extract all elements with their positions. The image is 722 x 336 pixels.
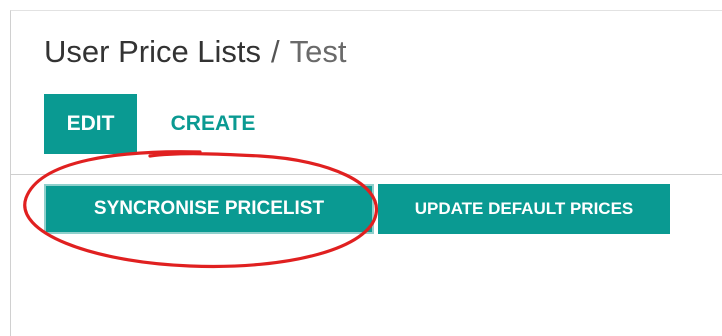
create-button[interactable]: CREATE	[150, 94, 276, 154]
edit-button[interactable]: EDIT	[44, 94, 137, 154]
header-divider	[10, 174, 722, 175]
update-default-prices-button[interactable]: UPDATE DEFAULT PRICES	[378, 184, 670, 234]
breadcrumb-parent-link[interactable]: User Price Lists	[44, 34, 261, 69]
breadcrumb-current: Test	[289, 34, 347, 69]
syncronise-pricelist-button[interactable]: SYNCRONISE PRICELIST	[44, 184, 374, 234]
breadcrumb-separator: /	[271, 34, 280, 69]
breadcrumb: User Price Lists / Test	[44, 34, 347, 70]
